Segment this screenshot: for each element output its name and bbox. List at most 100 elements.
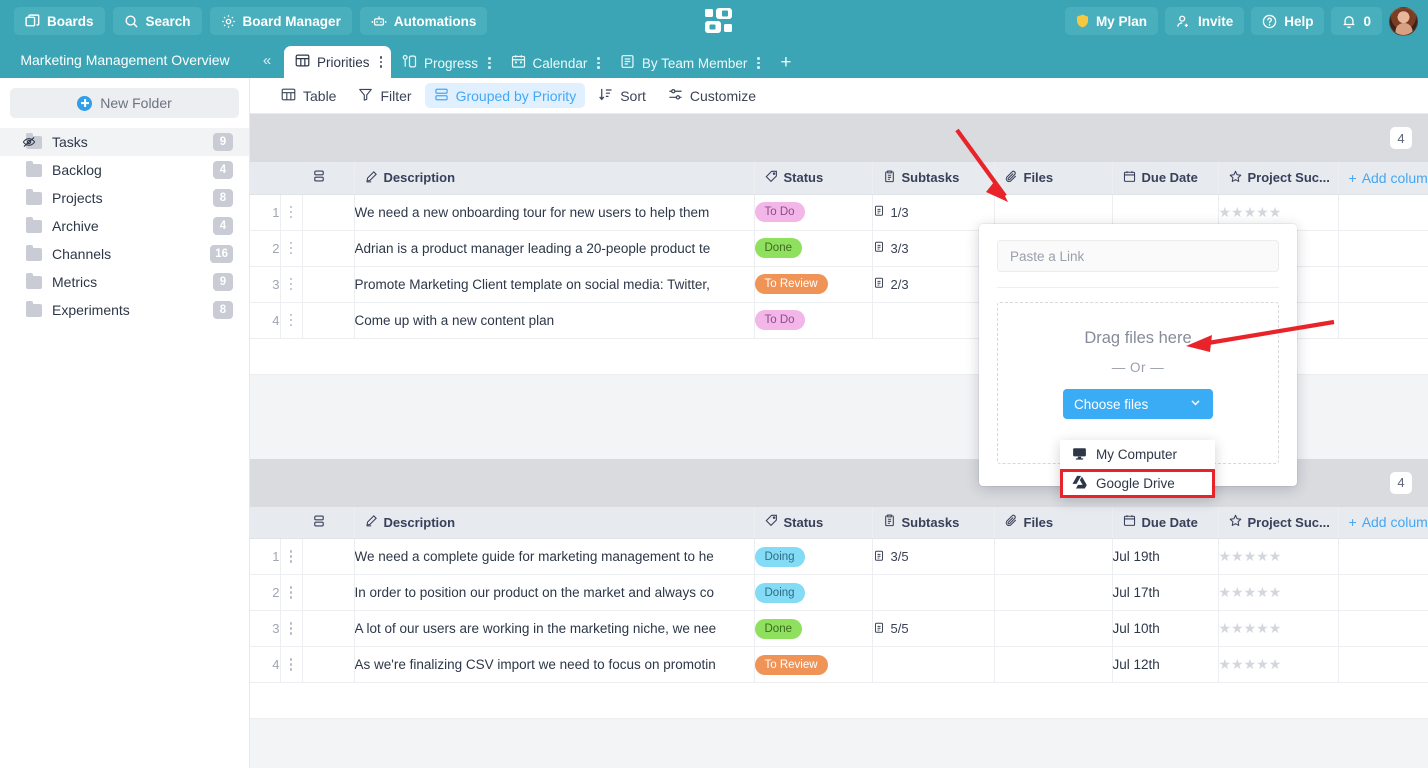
invite-button[interactable]: Invite (1164, 7, 1245, 35)
row-menu-icon[interactable] (280, 646, 303, 683)
row-handle[interactable] (302, 230, 355, 267)
cell-project-success[interactable]: ★★★★★ (1218, 610, 1339, 647)
column-header-files[interactable]: Files (994, 506, 1113, 539)
sidebar-item-backlog[interactable]: Backlog 4 (0, 156, 249, 184)
customize-button[interactable]: Customize (659, 83, 765, 108)
cell-description[interactable]: We need a complete guide for marketing m… (354, 538, 755, 575)
app-logo[interactable] (705, 8, 733, 34)
new-folder-button[interactable]: New Folder (10, 88, 239, 118)
tab-progress-menu-icon[interactable] (488, 57, 491, 69)
row-menu-icon[interactable] (280, 194, 303, 231)
automations-button[interactable]: Automations (359, 7, 488, 35)
grouped-by-priority-button[interactable]: Grouped by Priority (424, 83, 586, 108)
sidebar-item-channels[interactable]: Channels 16 (0, 240, 249, 268)
star-rating[interactable]: ★★★★★ (1219, 584, 1338, 601)
cell-status[interactable]: Doing (754, 574, 873, 611)
cell-subtasks[interactable] (872, 302, 995, 339)
cell-description[interactable]: In order to position our product on the … (354, 574, 755, 611)
row-menu-icon[interactable] (280, 230, 303, 267)
cell-subtasks[interactable]: 3/5 (872, 538, 995, 575)
row-handle-header[interactable] (302, 162, 355, 195)
notifications-button[interactable]: 0 (1331, 7, 1382, 35)
cell-due-date[interactable]: Jul 10th (1112, 610, 1219, 647)
avatar[interactable] (1389, 6, 1418, 36)
cell-files[interactable] (994, 646, 1113, 683)
cell-project-success[interactable]: ★★★★★ (1218, 574, 1339, 611)
cell-subtasks[interactable]: 3/3 (872, 230, 995, 267)
menu-item-my-computer[interactable]: My Computer (1060, 440, 1215, 469)
row-menu-icon[interactable] (280, 610, 303, 647)
cell-status[interactable]: Done (754, 230, 873, 267)
row-menu-icon[interactable] (280, 538, 303, 575)
board-manager-button[interactable]: Board Manager (209, 7, 352, 35)
row-menu-icon[interactable] (280, 574, 303, 611)
cell-description[interactable]: Adrian is a product manager leading a 20… (354, 230, 755, 267)
table-row[interactable]: 2 In order to position our product on th… (250, 574, 1428, 611)
cell-status[interactable]: To Review (754, 266, 873, 303)
row-handle[interactable] (302, 610, 355, 647)
group-2-add-row[interactable] (250, 683, 1428, 719)
tab-by-team-member[interactable]: By Team Member (609, 48, 769, 78)
column-header-project-success[interactable]: Project Suc... (1218, 506, 1339, 539)
column-header-description[interactable]: Description (354, 506, 755, 539)
column-header-due-date[interactable]: Due Date (1112, 162, 1219, 195)
sidebar-item-experiments[interactable]: Experiments 8 (0, 296, 249, 324)
row-handle[interactable] (302, 574, 355, 611)
column-header-status[interactable]: Status (754, 506, 873, 539)
cell-subtasks[interactable] (872, 574, 995, 611)
cell-status[interactable]: To Do (754, 302, 873, 339)
row-menu-icon[interactable] (280, 266, 303, 303)
add-column-button[interactable]: + Add column (1338, 506, 1428, 539)
tab-progress[interactable]: Progress (391, 48, 500, 78)
table-row[interactable]: 3 A lot of our users are working in the … (250, 610, 1428, 647)
search-button[interactable]: Search (112, 7, 202, 35)
row-handle[interactable] (302, 538, 355, 575)
cell-due-date[interactable]: Jul 12th (1112, 646, 1219, 683)
sidebar-item-archive[interactable]: Archive 4 (0, 212, 249, 240)
cell-status[interactable]: Done (754, 610, 873, 647)
cell-due-date[interactable]: Jul 19th (1112, 538, 1219, 575)
tab-priorities[interactable]: Priorities (284, 46, 392, 78)
column-header-subtasks[interactable]: Subtasks (872, 506, 995, 539)
paste-link-input[interactable]: Paste a Link (997, 240, 1279, 272)
cell-files[interactable] (994, 574, 1113, 611)
column-header-subtasks[interactable]: Subtasks (872, 162, 995, 195)
boards-button[interactable]: Boards (14, 7, 105, 35)
column-header-description[interactable]: Description (354, 162, 755, 195)
table-row[interactable]: 1 We need a complete guide for marketing… (250, 538, 1428, 575)
row-handle[interactable] (302, 646, 355, 683)
cell-subtasks[interactable] (872, 646, 995, 683)
cell-description[interactable]: As we're finalizing CSV import we need t… (354, 646, 755, 683)
row-menu-icon[interactable] (280, 302, 303, 339)
column-header-status[interactable]: Status (754, 162, 873, 195)
tab-by-team-member-menu-icon[interactable] (757, 57, 760, 69)
column-header-due-date[interactable]: Due Date (1112, 506, 1219, 539)
row-handle-header[interactable] (302, 506, 355, 539)
tab-calendar[interactable]: Calendar (500, 48, 609, 78)
group-band-1[interactable]: 4 (250, 114, 1428, 162)
table-row[interactable]: 4 As we're finalizing CSV import we need… (250, 646, 1428, 683)
cell-subtasks[interactable]: 5/5 (872, 610, 995, 647)
cell-status[interactable]: To Do (754, 194, 873, 231)
table-button[interactable]: Table (272, 83, 345, 108)
column-header-files[interactable]: Files (994, 162, 1113, 195)
cell-status[interactable]: Doing (754, 538, 873, 575)
add-view-button[interactable]: + (769, 48, 803, 78)
filter-button[interactable]: Filter (349, 83, 420, 108)
sort-button[interactable]: Sort (589, 83, 655, 108)
cell-subtasks[interactable]: 1/3 (872, 194, 995, 231)
row-handle[interactable] (302, 194, 355, 231)
tab-priorities-menu-icon[interactable] (379, 56, 383, 68)
cell-description[interactable]: Come up with a new content plan (354, 302, 755, 339)
cell-subtasks[interactable]: 2/3 (872, 266, 995, 303)
star-rating[interactable]: ★★★★★ (1219, 548, 1338, 565)
cell-status[interactable]: To Review (754, 646, 873, 683)
column-header-project-success[interactable]: Project Suc... (1218, 162, 1339, 195)
sidebar-item-projects[interactable]: Projects 8 (0, 184, 249, 212)
star-rating[interactable]: ★★★★★ (1219, 620, 1338, 637)
cell-description[interactable]: Promote Marketing Client template on soc… (354, 266, 755, 303)
star-rating[interactable]: ★★★★★ (1219, 204, 1338, 221)
row-handle[interactable] (302, 302, 355, 339)
my-plan-button[interactable]: My Plan (1064, 7, 1158, 35)
sidebar-item-tasks[interactable]: Tasks 9 (0, 128, 249, 156)
